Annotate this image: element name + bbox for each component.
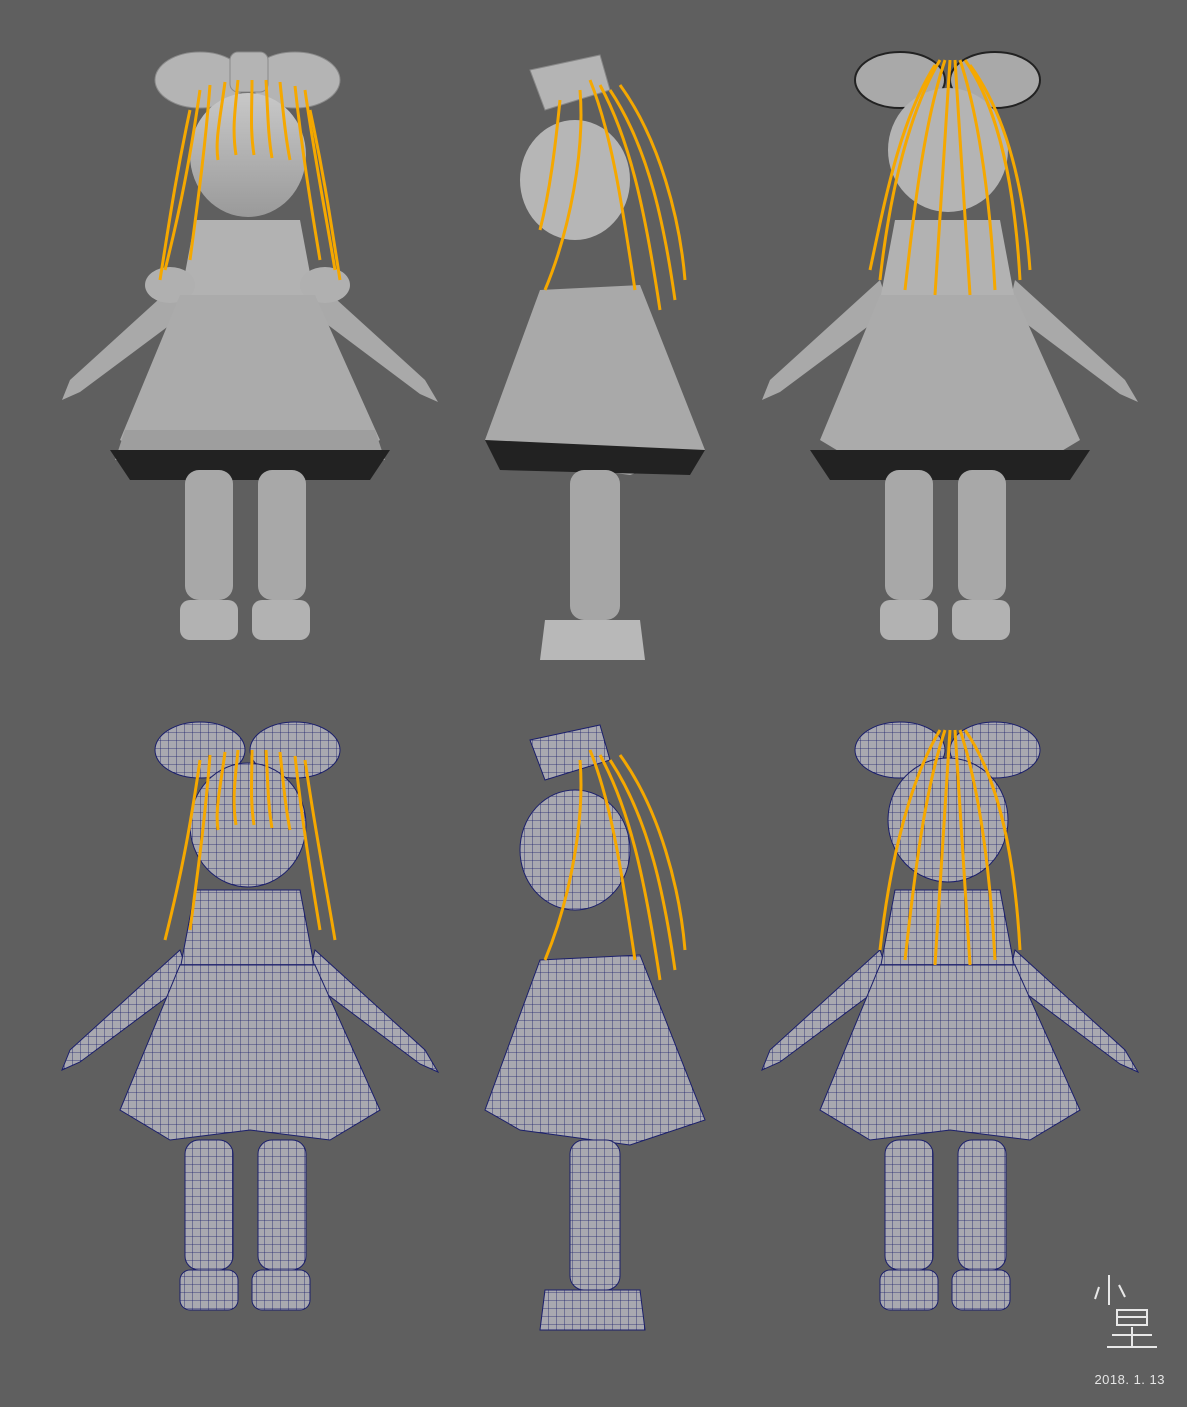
blouse: [179, 889, 316, 971]
right-leg: [257, 1139, 307, 1271]
shaded-back-view: [740, 30, 1160, 690]
left-leg: [184, 1139, 234, 1271]
wireframe-back-view: [740, 700, 1160, 1360]
left-leg: [185, 470, 233, 600]
model-turnaround-sheet: 2018. 1. 13: [0, 0, 1187, 1407]
right-leg: [258, 470, 306, 600]
signature-watermark: [1087, 1265, 1167, 1355]
wireframe-front-view: [40, 700, 460, 1360]
shaded-front-view: [40, 30, 460, 690]
wireframe-side-view: [460, 700, 740, 1360]
blouse: [180, 220, 315, 300]
shaded-side-view: [460, 30, 740, 690]
date-watermark: 2018. 1. 13: [1094, 1372, 1165, 1387]
skirt: [484, 954, 706, 1146]
